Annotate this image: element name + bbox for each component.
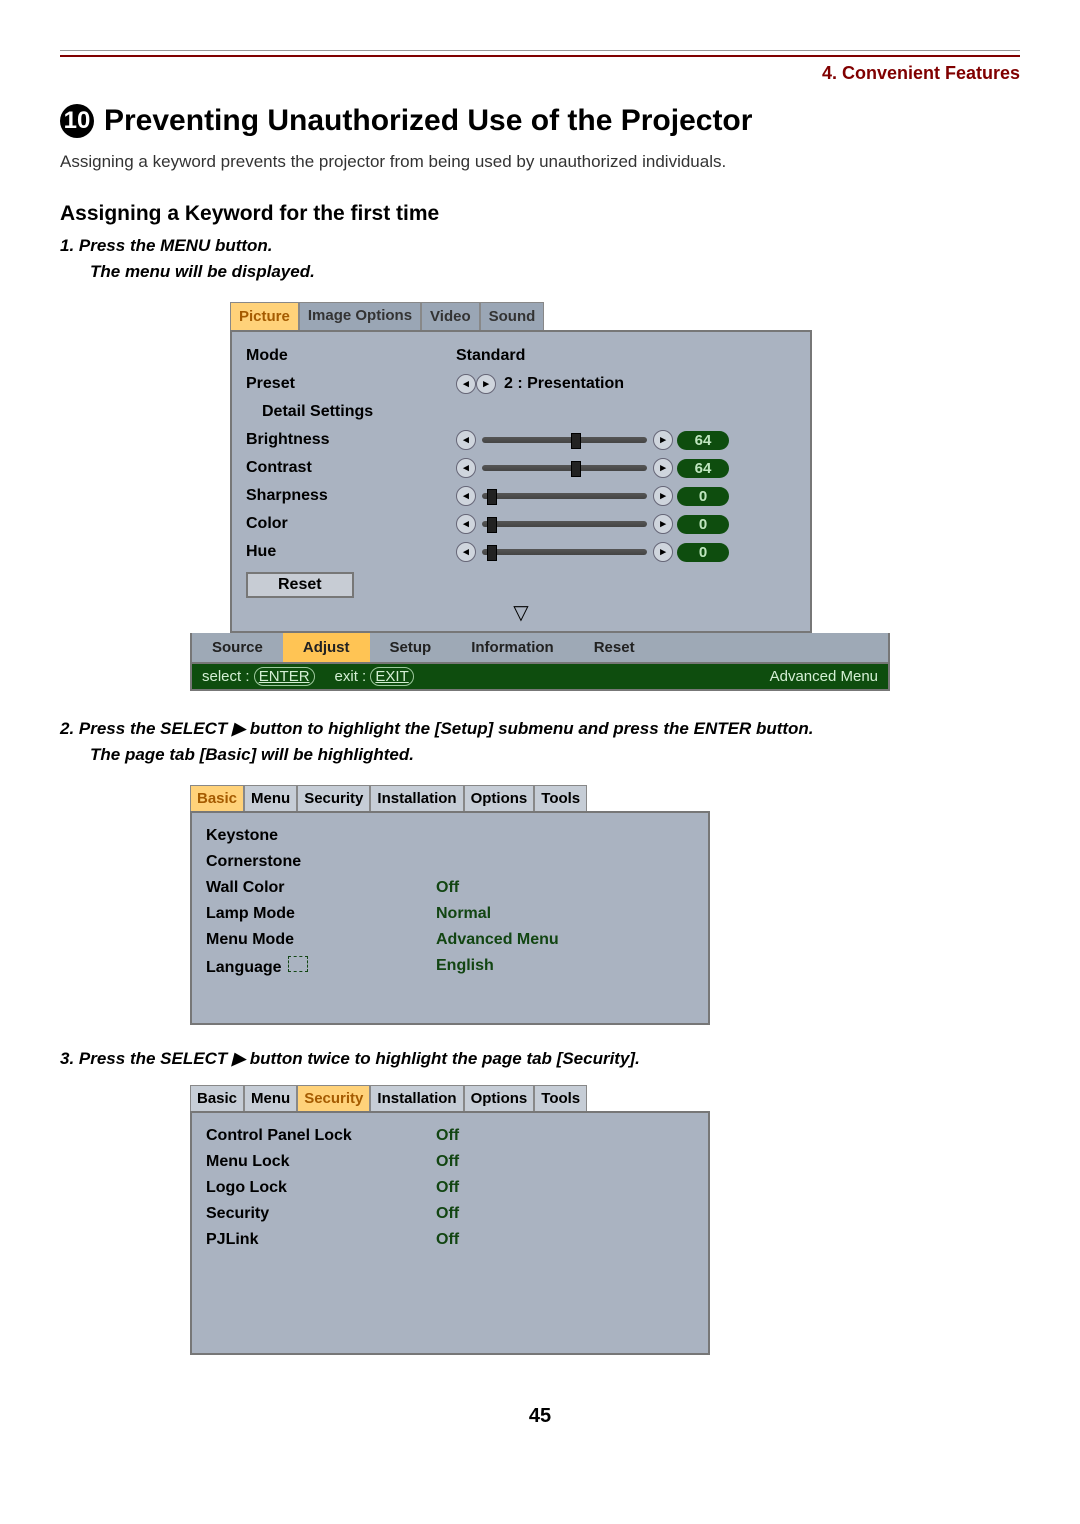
label-logo-lock[interactable]: Logo Lock (206, 1179, 436, 1197)
label-language[interactable]: Language (206, 956, 436, 977)
value-control-panel-lock: Off (436, 1127, 459, 1145)
tab-menu[interactable]: Menu (244, 785, 297, 811)
value-preset: 2 : Presentation (504, 375, 624, 393)
label-keystone[interactable]: Keystone (206, 827, 436, 845)
label-wall-color[interactable]: Wall Color (206, 879, 436, 897)
status-mode: Advanced Menu (770, 668, 878, 685)
label-brightness: Brightness (246, 431, 456, 449)
label-detail-settings[interactable]: Detail Settings (246, 403, 472, 421)
section-number-badge: 10 (60, 104, 94, 138)
tab-sound[interactable]: Sound (480, 302, 545, 330)
step-3: 3. Press the SELECT ▶ button twice to hi… (60, 1049, 1020, 1069)
step-1: 1. Press the MENU button. (60, 236, 1020, 256)
slider-color[interactable]: ◂▸ (456, 514, 673, 534)
arrow-right-icon[interactable]: ▸ (476, 374, 496, 394)
slider-hue[interactable]: ◂▸ (456, 542, 673, 562)
value-security: Off (436, 1205, 459, 1223)
sub-heading: Assigning a Keyword for the first time (60, 202, 1020, 226)
value-color: 0 (677, 515, 729, 534)
section-title: Preventing Unauthorized Use of the Proje… (104, 104, 752, 138)
bottombar-information[interactable]: Information (451, 633, 574, 662)
page-number: 45 (60, 1405, 1020, 1428)
slider-brightness[interactable]: ◂▸ (456, 430, 673, 450)
tab-basic[interactable]: Basic (190, 785, 244, 811)
label-preset: Preset (246, 375, 456, 393)
label-hue: Hue (246, 543, 456, 561)
scroll-down-icon[interactable]: ▽ (246, 598, 796, 625)
label-control-panel-lock[interactable]: Control Panel Lock (206, 1127, 436, 1145)
tab-installation[interactable]: Installation (370, 785, 463, 811)
reset-button[interactable]: Reset (246, 572, 354, 598)
bottombar-setup[interactable]: Setup (370, 633, 452, 662)
label-sharpness: Sharpness (246, 487, 456, 505)
value-sharpness: 0 (677, 487, 729, 506)
value-menu-lock: Off (436, 1153, 459, 1171)
osd-adjust-menu: Picture Image Options Video Sound Mode S… (190, 302, 890, 691)
value-lamp-mode: Normal (436, 905, 491, 923)
tab-options-2[interactable]: Options (464, 1085, 535, 1111)
tab-security[interactable]: Security (297, 785, 370, 811)
value-wall-color: Off (436, 879, 459, 897)
step-2: 2. Press the SELECT ▶ button to highligh… (60, 719, 1020, 739)
value-menu-mode: Advanced Menu (436, 931, 559, 949)
status-select: select : ENTER (202, 668, 315, 685)
value-mode: Standard (456, 347, 525, 365)
tab-image-options[interactable]: Image Options (299, 302, 421, 330)
bottombar-adjust[interactable]: Adjust (283, 633, 370, 662)
language-flag-icon (288, 956, 308, 972)
label-contrast: Contrast (246, 459, 456, 477)
arrow-left-icon[interactable]: ◂ (456, 374, 476, 394)
label-mode: Mode (246, 347, 456, 365)
tab-basic-2[interactable]: Basic (190, 1085, 244, 1111)
value-brightness: 64 (677, 431, 729, 450)
value-language: English (436, 957, 494, 975)
osd-setup-security: Basic Menu Security Installation Options… (190, 1085, 710, 1355)
label-pjlink[interactable]: PJLink (206, 1231, 436, 1249)
value-logo-lock: Off (436, 1179, 459, 1197)
label-cornerstone[interactable]: Cornerstone (206, 853, 436, 871)
value-pjlink: Off (436, 1231, 459, 1249)
value-hue: 0 (677, 543, 729, 562)
slider-contrast[interactable]: ◂▸ (456, 458, 673, 478)
status-exit: exit : EXIT (335, 668, 414, 685)
lead-text: Assigning a keyword prevents the project… (60, 152, 1020, 172)
tab-security-2[interactable]: Security (297, 1085, 370, 1111)
label-menu-lock[interactable]: Menu Lock (206, 1153, 436, 1171)
chapter-label: 4. Convenient Features (822, 63, 1020, 83)
tab-video[interactable]: Video (421, 302, 480, 330)
label-menu-mode[interactable]: Menu Mode (206, 931, 436, 949)
tab-installation-2[interactable]: Installation (370, 1085, 463, 1111)
bottombar-reset[interactable]: Reset (574, 633, 655, 662)
label-color: Color (246, 515, 456, 533)
tab-options[interactable]: Options (464, 785, 535, 811)
label-security[interactable]: Security (206, 1205, 436, 1223)
tab-tools-2[interactable]: Tools (534, 1085, 587, 1111)
label-lamp-mode[interactable]: Lamp Mode (206, 905, 436, 923)
step-2-sub: The page tab [Basic] will be highlighted… (90, 745, 1020, 765)
value-contrast: 64 (677, 459, 729, 478)
step-1-sub: The menu will be displayed. (90, 262, 1020, 282)
osd-setup-basic: Basic Menu Security Installation Options… (190, 785, 710, 1025)
slider-sharpness[interactable]: ◂▸ (456, 486, 673, 506)
bottombar-source[interactable]: Source (192, 633, 283, 662)
tab-menu-2[interactable]: Menu (244, 1085, 297, 1111)
tab-picture[interactable]: Picture (230, 302, 299, 330)
tab-tools[interactable]: Tools (534, 785, 587, 811)
